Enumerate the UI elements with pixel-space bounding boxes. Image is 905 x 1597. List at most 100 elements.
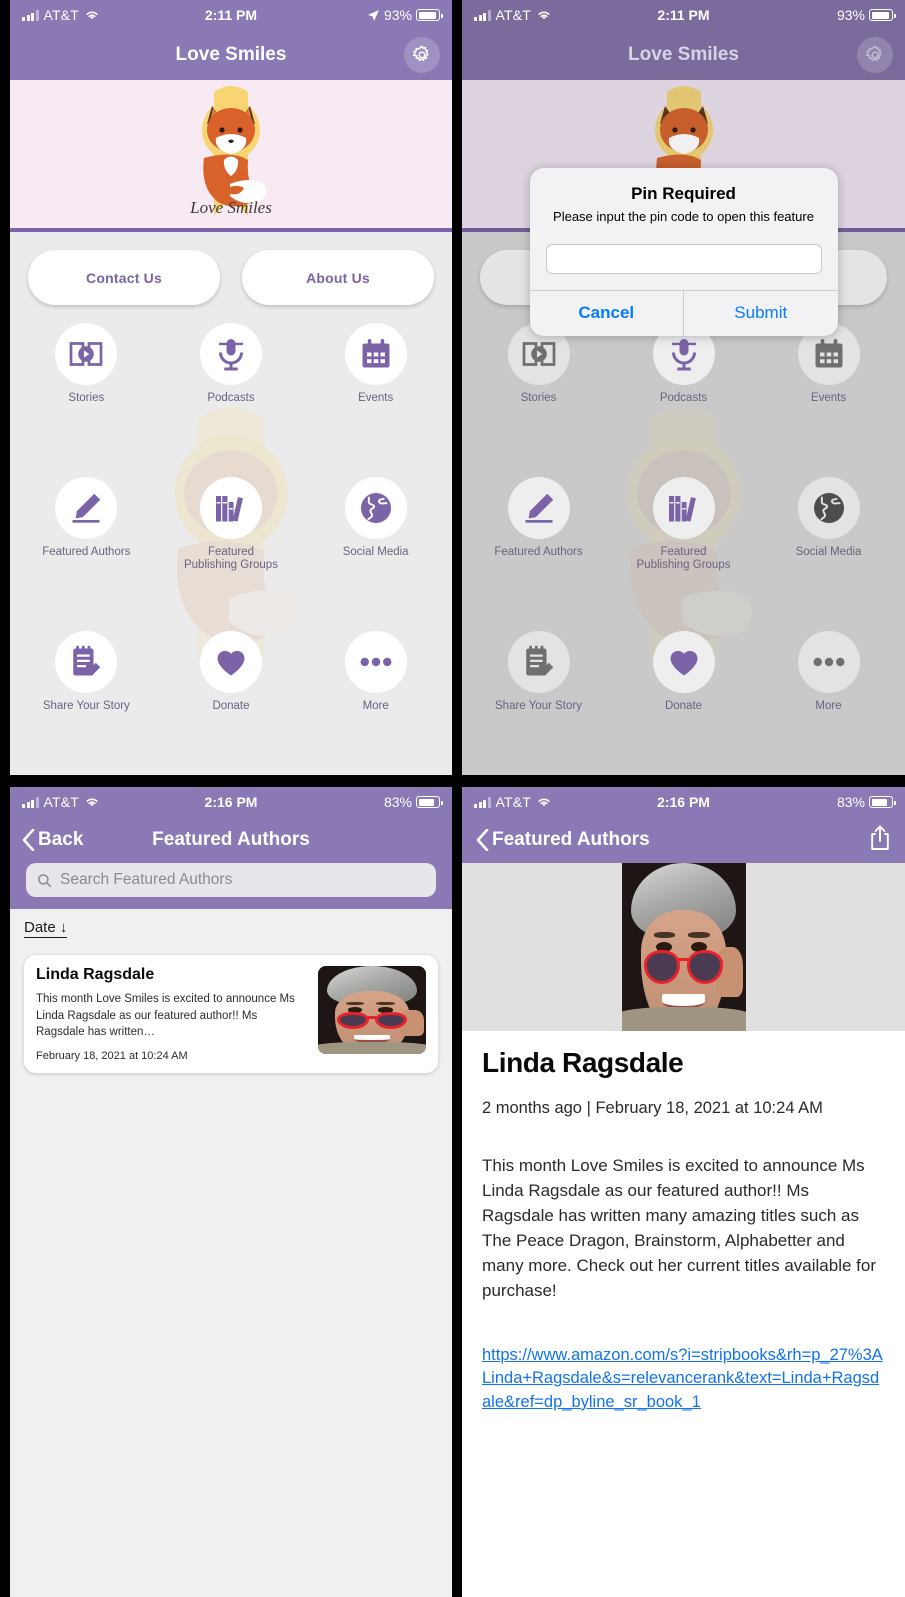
status-right: 83%	[383, 794, 443, 810]
detail-content: Linda Ragsdale 2 months ago | February 1…	[462, 1031, 905, 1423]
feature-grid: Stories Podcasts Events Featured Authors…	[10, 305, 452, 775]
tile-label: Donate	[212, 700, 250, 712]
status-right: 93%	[837, 7, 896, 23]
tile-label: Stories	[520, 392, 557, 404]
notepad-pencil-icon	[55, 631, 118, 693]
home-body: Contact Us About Us Stories Podcasts Eve…	[10, 232, 452, 775]
dialog-message: Please input the pin code to open this f…	[553, 209, 814, 224]
amazon-link[interactable]: https://www.amazon.com/s?i=stripbooks&rh…	[482, 1344, 885, 1414]
quick-links-row: Contact Us About Us	[10, 232, 452, 305]
search-icon	[38, 873, 52, 887]
back-button[interactable]: Featured Authors	[476, 829, 650, 851]
tile-featured-authors[interactable]: Featured Authors	[466, 469, 611, 623]
heart-icon	[652, 631, 715, 693]
tile-podcasts[interactable]: Podcasts	[611, 315, 756, 469]
tile-donate[interactable]: Donate	[159, 623, 304, 775]
feature-grid: Stories Podcasts Events Featured Authors…	[462, 305, 905, 775]
sort-control[interactable]: Date ↓	[10, 909, 452, 943]
notepad-pencil-icon	[507, 631, 570, 693]
ellipsis-icon	[797, 631, 860, 693]
status-left: AT&T	[22, 7, 100, 23]
status-left: AT&T	[22, 794, 100, 810]
author-name: Linda Ragsdale	[482, 1047, 684, 1078]
tile-more[interactable]: More	[303, 623, 448, 775]
calendar-icon	[344, 323, 407, 385]
tile-label: Featured Authors	[42, 546, 131, 558]
battery-label: 83%	[383, 794, 412, 810]
tile-podcasts[interactable]: Podcasts	[159, 315, 304, 469]
tile-stories[interactable]: Stories	[466, 315, 611, 469]
tile-share-your-story[interactable]: Share Your Story	[14, 623, 159, 775]
tile-label: More	[362, 700, 389, 712]
tile-label: More	[815, 700, 842, 712]
cancel-button[interactable]: Cancel	[530, 290, 684, 336]
author-photo	[621, 863, 746, 1031]
tile-label: Stories	[68, 392, 105, 404]
page-title: Love Smiles	[628, 44, 739, 65]
tile-social-media[interactable]: Social Media	[303, 469, 448, 623]
cellular-bars-icon	[22, 9, 39, 21]
globe-icon	[797, 477, 860, 539]
logo-banner: Love Smiles	[10, 80, 452, 232]
battery-icon	[869, 9, 896, 21]
status-bar: AT&T 2:11 PM 93%	[462, 0, 905, 30]
portrait-image	[318, 966, 426, 1054]
globe-icon	[344, 477, 407, 539]
back-button[interactable]: Back	[22, 829, 83, 851]
about-us-button[interactable]: About Us	[242, 250, 434, 305]
tile-label: Events	[810, 392, 847, 404]
wifi-icon	[86, 798, 98, 807]
books-icon	[652, 477, 715, 539]
author-bio: This month Love Smiles is excited to ann…	[482, 1156, 877, 1300]
nav-bar: Featured Authors	[462, 817, 905, 863]
share-icon[interactable]	[869, 825, 891, 856]
list-item-thumbnail	[318, 966, 426, 1054]
tile-stories[interactable]: Stories	[14, 315, 159, 469]
gear-icon[interactable]	[857, 37, 893, 73]
screenshot-grid: AT&T 2:11 PM 93% Love Smiles Love Smiles…	[0, 0, 905, 1597]
cellular-bars-icon	[474, 796, 491, 808]
author-meta: 2 months ago | February 18, 2021 at 10:2…	[482, 1099, 823, 1117]
wifi-icon	[538, 11, 550, 20]
search-placeholder: Search Featured Authors	[60, 871, 233, 888]
tile-share-your-story[interactable]: Share Your Story	[466, 623, 611, 775]
carrier-label: AT&T	[43, 794, 80, 810]
tile-events[interactable]: Events	[303, 315, 448, 469]
list-item-title: Linda Ragsdale	[36, 966, 155, 983]
carrier-label: AT&T	[495, 794, 532, 810]
chevron-left-icon	[476, 829, 489, 851]
tile-featured-publishing-groups[interactable]: Featured Publishing Groups	[159, 469, 304, 623]
tile-donate[interactable]: Donate	[611, 623, 756, 775]
list-item[interactable]: Linda Ragsdale This month Love Smiles is…	[24, 955, 438, 1074]
status-left: AT&T	[474, 794, 552, 810]
gear-icon[interactable]	[404, 37, 440, 73]
status-left: AT&T	[474, 7, 552, 23]
contact-us-button[interactable]: Contact Us	[28, 250, 220, 305]
nav-bar: Love Smiles	[462, 30, 905, 80]
battery-icon	[416, 796, 443, 808]
tile-more[interactable]: More	[756, 623, 901, 775]
nav-bar: Back Featured Authors	[10, 817, 452, 863]
submit-button[interactable]: Submit	[684, 291, 838, 336]
carrier-label: AT&T	[495, 7, 532, 23]
page-title: Love Smiles	[175, 44, 287, 65]
status-right: 93%	[367, 7, 443, 23]
panel-pin-dialog: AT&T 2:11 PM 93% Love Smiles Stories Pod…	[462, 0, 905, 775]
ellipsis-icon	[344, 631, 407, 693]
tile-featured-publishing-groups[interactable]: Featured Publishing Groups	[611, 469, 756, 623]
header: Back Featured Authors Search Featured Au…	[10, 817, 452, 909]
panel-author-detail: AT&T 2:16 PM 83% Featured Authors Linda …	[462, 787, 905, 1597]
pencil-icon	[507, 477, 570, 539]
list-item-excerpt: This month Love Smiles is excited to ann…	[36, 993, 295, 1039]
search-input[interactable]: Search Featured Authors	[26, 863, 436, 897]
wifi-icon	[538, 798, 550, 807]
pin-input[interactable]	[545, 243, 822, 274]
portrait-image	[621, 863, 746, 1031]
tile-events[interactable]: Events	[756, 315, 901, 469]
status-bar: AT&T 2:11 PM 93%	[10, 0, 452, 30]
authors-list: Linda Ragsdale This month Love Smiles is…	[10, 943, 452, 1597]
battery-icon	[869, 796, 896, 808]
tile-social-media[interactable]: Social Media	[756, 469, 901, 623]
tile-label: Donate	[664, 700, 703, 712]
tile-featured-authors[interactable]: Featured Authors	[14, 469, 159, 623]
